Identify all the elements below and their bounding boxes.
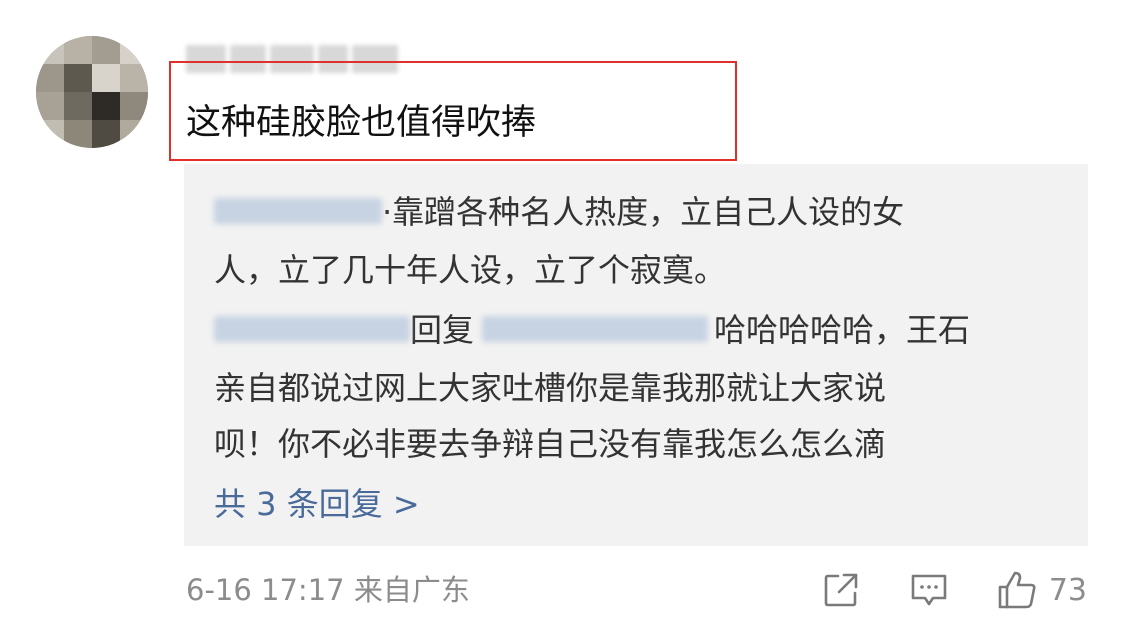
reply-word: 回复 bbox=[410, 311, 475, 349]
reply-first-line1: ·靠蹭各种名人热度，立自己人设的女 bbox=[214, 188, 904, 236]
reply-first-text1: 靠蹭各种名人热度，立自己人设的女 bbox=[392, 193, 905, 231]
reply-second-text3: 呗！你不必非要去争辩自己没有靠我怎么怎么滴 bbox=[214, 425, 887, 463]
reply-author-blurred[interactable] bbox=[214, 198, 382, 224]
replies-panel[interactable]: ·靠蹭各种名人热度，立自己人设的女 人，立了几十年人设，立了个寂寞。 回复 哈哈哈… bbox=[184, 164, 1088, 546]
reply-second-text2: 亲自都说过网上大家吐槽你是靠我那就让大家说 bbox=[214, 369, 887, 407]
reply-target-blurred[interactable] bbox=[482, 316, 709, 342]
comment-icon[interactable] bbox=[907, 568, 951, 612]
reply-author-blurred[interactable] bbox=[214, 316, 410, 342]
reply-first-text2: 人，立了几十年人设，立了个寂寞。 bbox=[214, 251, 727, 289]
like-count: 73 bbox=[1048, 572, 1087, 608]
comment-text: 这种硅胶脸也值得吹捧 bbox=[186, 103, 537, 143]
avatar[interactable] bbox=[36, 36, 148, 148]
share-icon[interactable] bbox=[819, 568, 863, 612]
thumbs-up-icon[interactable] bbox=[995, 568, 1039, 612]
reply-second-line1: 回复 哈哈哈哈哈，王石 bbox=[214, 306, 970, 354]
more-replies-link[interactable]: 共 3 条回复 > bbox=[214, 480, 420, 528]
comment-meta: 6-16 17:17 来自广东 bbox=[186, 573, 470, 607]
reply-second-text1: 哈哈哈哈哈，王石 bbox=[714, 311, 971, 349]
comment-card: 这种硅胶脸也值得吹捧 ·靠蹭各种名人热度，立自己人设的女 人，立了几十年人设，立… bbox=[0, 0, 1125, 640]
action-bar: 73 bbox=[775, 566, 1087, 614]
reply-separator: · bbox=[382, 193, 393, 231]
